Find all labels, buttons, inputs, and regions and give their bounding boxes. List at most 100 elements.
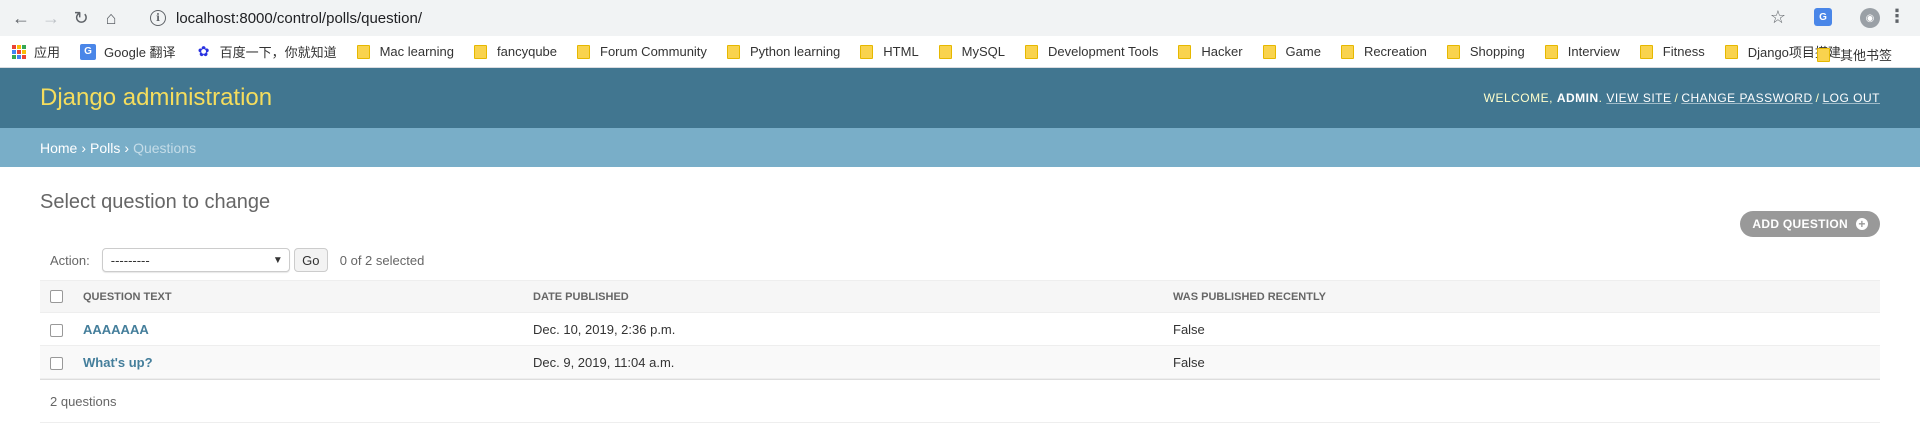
row-checkbox-cell: [40, 312, 73, 346]
folder-icon: [1025, 44, 1039, 59]
folder-icon: [356, 44, 370, 59]
address-url[interactable]: localhost:8000/control/polls/question/: [176, 10, 422, 27]
folder-icon: [1816, 47, 1830, 62]
google-translate-extension-icon[interactable]: G: [1814, 8, 1832, 26]
bookmark-item[interactable]: 应用: [12, 42, 60, 61]
dropdown-caret-icon: ▼: [272, 254, 283, 266]
breadcrumb-separator: ›: [81, 139, 87, 156]
folder-icon: [938, 44, 952, 59]
bookmark-star-icon[interactable]: ☆: [1770, 7, 1786, 28]
folder-icon: [1724, 44, 1738, 59]
bookmark-item[interactable]: Forum Community: [577, 44, 707, 59]
bookmark-item[interactable]: Hacker: [1178, 44, 1243, 59]
page-title: Select question to change: [40, 191, 271, 213]
baidu-paw-icon: ✿: [197, 43, 210, 59]
question-link[interactable]: What's up?: [83, 355, 153, 370]
back-arrow-icon[interactable]: ←: [6, 0, 36, 36]
add-question-button[interactable]: ADD QUESTION +: [1740, 211, 1880, 237]
profile-avatar-icon[interactable]: ◉: [1860, 8, 1880, 28]
bookmark-label: Shopping: [1469, 44, 1525, 59]
bookmark-label: Development Tools: [1048, 44, 1159, 59]
column-header-was-published-recently[interactable]: Was published recently: [1163, 280, 1880, 313]
add-question-label: ADD QUESTION: [1752, 217, 1848, 231]
bookmark-label: HTML: [883, 44, 919, 59]
view-site-link[interactable]: VIEW SITE: [1606, 91, 1671, 105]
change-password-link[interactable]: CHANGE PASSWORD: [1681, 91, 1812, 105]
bookmark-item[interactable]: G Google 翻译: [80, 42, 176, 61]
breadcrumb-home[interactable]: Home: [40, 140, 77, 156]
bookmark-label: 百度一下，你就知道: [219, 45, 337, 60]
bookmark-label: Python learning: [749, 44, 841, 59]
bookmark-label: Interview: [1567, 44, 1620, 59]
breadcrumb: Home › Polls › Questions: [0, 128, 1920, 167]
bookmark-item[interactable]: Development Tools: [1025, 44, 1158, 59]
bookmark-item[interactable]: Game: [1262, 44, 1321, 59]
bookmark-label: Recreation: [1363, 44, 1427, 59]
forward-arrow-icon[interactable]: →: [36, 0, 66, 36]
selected-count: 0 of 2 selected: [339, 252, 425, 268]
bookmark-item[interactable]: Mac learning: [356, 44, 455, 59]
bookmark-label: Game: [1285, 44, 1321, 59]
reload-icon[interactable]: ↻: [66, 0, 96, 36]
date-published-cell: Dec. 10, 2019, 2:36 p.m.: [523, 312, 1163, 346]
column-header-date-published[interactable]: Date published: [523, 280, 1163, 313]
folder-icon: [860, 44, 874, 59]
breadcrumb-polls[interactable]: Polls: [90, 140, 120, 156]
other-bookmarks[interactable]: 其他书签: [1816, 45, 1892, 64]
bookmarks-bar: 应用 G Google 翻译 ✿ 百度一下，你就知道 Mac learning fancyq…: [0, 36, 1920, 68]
bookmark-item[interactable]: Interview: [1544, 44, 1620, 59]
bookmark-label: Mac learning: [379, 44, 455, 59]
row-checkbox[interactable]: [50, 323, 63, 337]
column-header-question-text[interactable]: Question text: [73, 280, 523, 313]
bookmark-label: fancyqube: [497, 44, 558, 59]
bookmark-item[interactable]: Fitness: [1639, 44, 1705, 59]
folder-icon: [1639, 44, 1653, 59]
apps-grid-icon: [12, 44, 26, 59]
date-published-cell: Dec. 9, 2019, 11:04 a.m.: [523, 345, 1163, 379]
result-list: Question text Date published Was publish…: [40, 280, 1880, 379]
bookmark-item[interactable]: HTML: [860, 44, 919, 59]
breadcrumb-separator: ›: [124, 139, 130, 156]
bookmark-item[interactable]: Recreation: [1340, 44, 1427, 59]
bookmark-label: Hacker: [1201, 44, 1243, 59]
site-branding[interactable]: Django administration: [40, 84, 272, 112]
folder-icon: [577, 44, 591, 59]
folder-icon: [1262, 44, 1276, 59]
table-row: AAAAAAA Dec. 10, 2019, 2:36 p.m. False: [40, 312, 1880, 346]
bookmark-item[interactable]: MySQL: [938, 44, 1006, 59]
plus-icon: +: [1856, 218, 1868, 230]
browser-menu-icon[interactable]: ⋮: [1888, 6, 1906, 27]
action-label: Action:: [50, 252, 90, 268]
go-button[interactable]: Go: [293, 248, 328, 272]
select-all-checkbox[interactable]: [50, 290, 63, 303]
bookmark-item[interactable]: Python learning: [726, 44, 841, 59]
folder-icon: [474, 44, 488, 59]
was-published-recently-cell: False: [1163, 345, 1880, 379]
bookmark-label: MySQL: [961, 44, 1006, 59]
site-info-icon[interactable]: i: [150, 10, 166, 26]
bookmark-item[interactable]: fancyqube: [474, 44, 557, 59]
action-select-value: ---------: [110, 252, 150, 268]
bookmark-label: Forum Community: [600, 44, 707, 59]
home-icon[interactable]: ⌂: [96, 0, 126, 36]
folder-icon: [726, 44, 740, 59]
other-bookmarks-label: 其他书签: [1839, 48, 1892, 63]
folder-icon: [1178, 44, 1192, 59]
question-text-cell: AAAAAAA: [73, 312, 523, 346]
row-checkbox-cell: [40, 345, 73, 379]
welcome-text: WELCOME,: [1483, 91, 1553, 105]
action-select[interactable]: --------- ▼: [101, 248, 290, 272]
table-row: What's up? Dec. 9, 2019, 11:04 a.m. Fals…: [40, 345, 1880, 379]
row-checkbox[interactable]: [50, 356, 63, 370]
username: ADMIN: [1556, 91, 1599, 105]
question-text-cell: What's up?: [73, 345, 523, 379]
address-bar[interactable]: i localhost:8000/control/polls/question/…: [140, 4, 1850, 32]
bookmark-item[interactable]: ✿ 百度一下，你就知道: [196, 42, 337, 61]
log-out-link[interactable]: LOG OUT: [1822, 91, 1880, 105]
paginator: 2 questions: [40, 379, 1880, 423]
folder-icon: [1446, 44, 1460, 59]
breadcrumb-current: Questions: [133, 139, 197, 156]
select-all-column: [40, 280, 73, 313]
bookmark-item[interactable]: Shopping: [1446, 44, 1525, 59]
question-link[interactable]: AAAAAAA: [83, 322, 149, 337]
